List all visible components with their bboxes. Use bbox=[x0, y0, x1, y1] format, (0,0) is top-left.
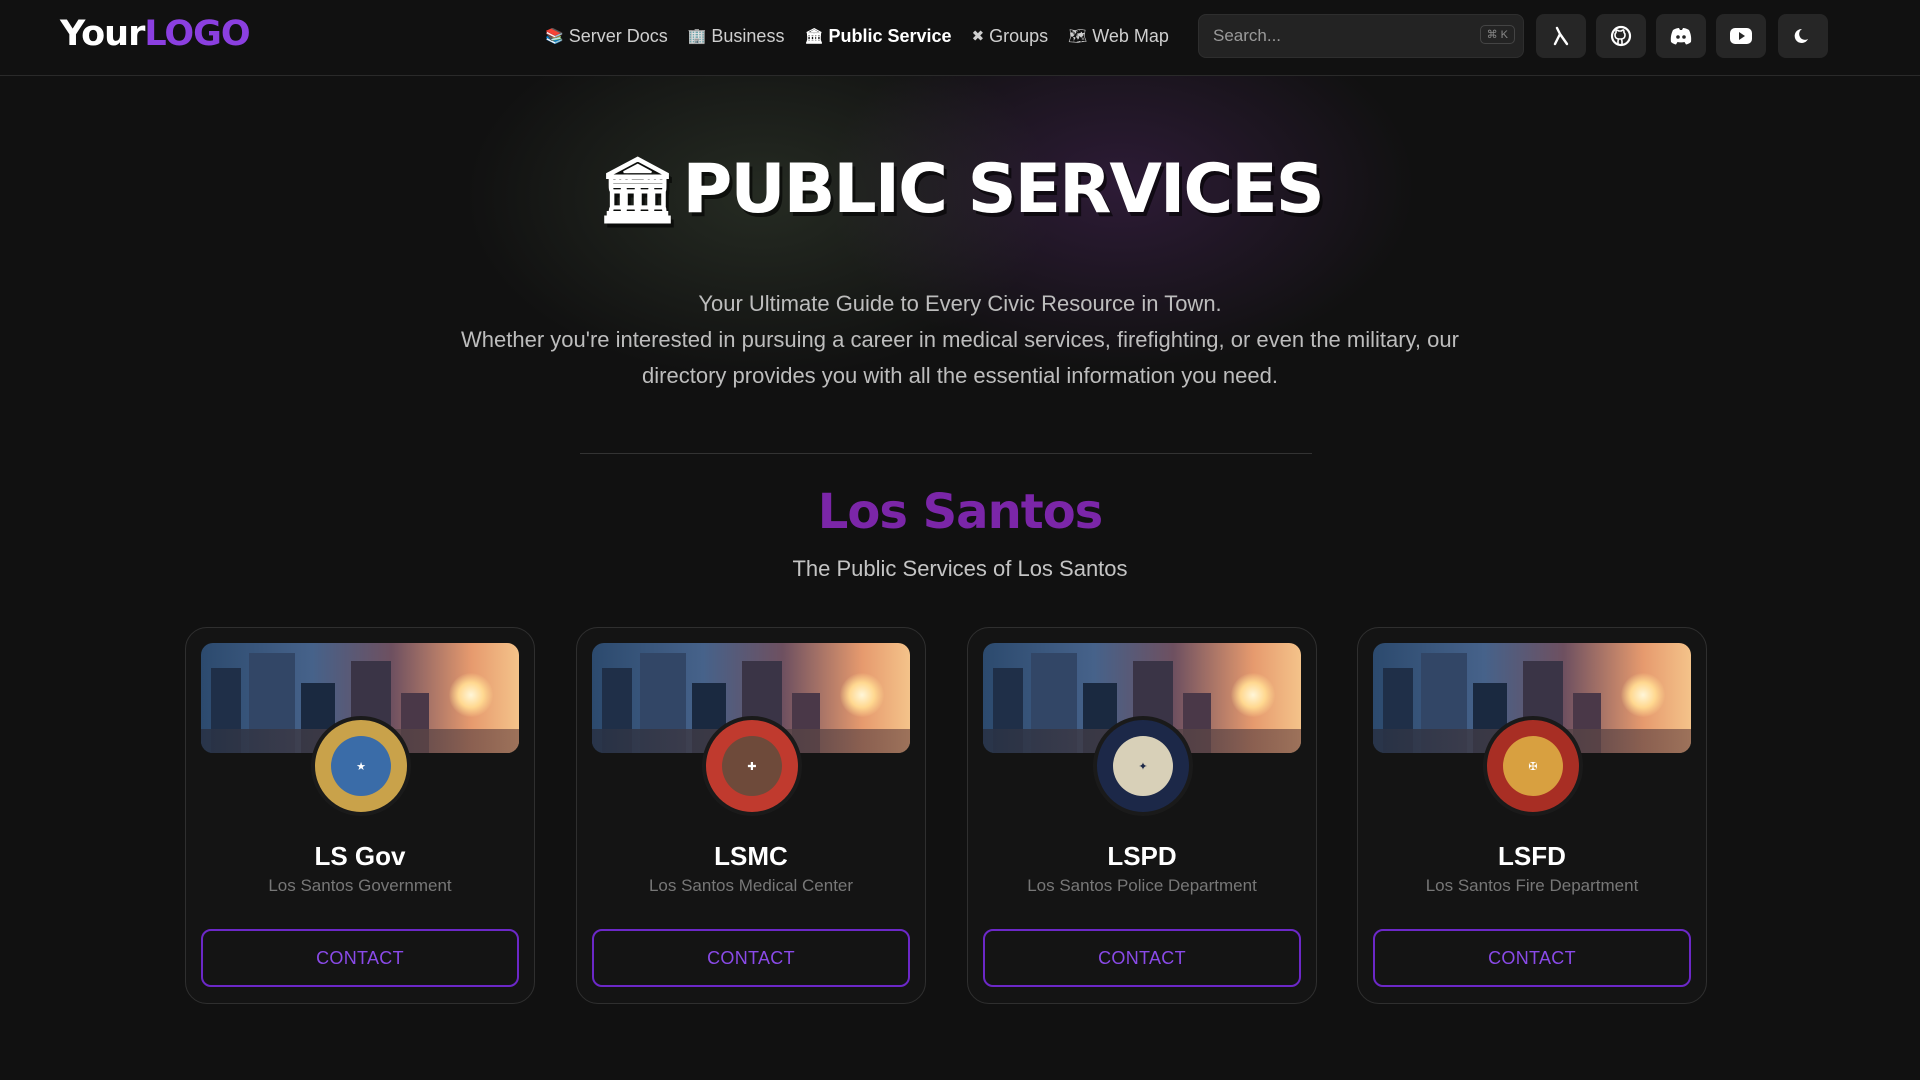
contact-button[interactable]: CONTACT bbox=[201, 929, 519, 987]
search-shortcut-badge: ⌘ K bbox=[1479, 25, 1515, 44]
top-navbar: YourLOGO 📚 Server Docs 🏢 Business 🏛 Publ… bbox=[0, 0, 1920, 76]
service-card-lsfd: ✠ LSFD Los Santos Fire Department CONTAC… bbox=[1357, 627, 1707, 1004]
classical-building-icon: 🏛 bbox=[597, 154, 678, 228]
card-title: LS Gov bbox=[314, 841, 406, 871]
service-card-lspd: ✦ LSPD Los Santos Police Department CONT… bbox=[967, 627, 1317, 1004]
logo-part-2: LOGO bbox=[144, 14, 250, 54]
logo-part-1: Your bbox=[60, 14, 145, 54]
contact-button[interactable]: CONTACT bbox=[592, 929, 910, 987]
service-card-ls-gov: ★ LS Gov Los Santos Government CONTACT bbox=[185, 627, 535, 1004]
discord-icon bbox=[1670, 28, 1692, 45]
office-building-icon: 🏢 bbox=[687, 28, 707, 45]
page-subtitle-line-1: Your Ultimate Guide to Every Civic Resou… bbox=[698, 291, 1222, 316]
page-title: 🏛PUBLIC SERVICES bbox=[0, 150, 1920, 229]
nav-link-server-docs[interactable]: 📚 Server Docs bbox=[545, 26, 668, 47]
nav-link-label: Server Docs bbox=[568, 25, 668, 46]
medical-seal-icon: ✚ bbox=[702, 716, 802, 816]
contact-button[interactable]: CONTACT bbox=[1373, 929, 1691, 987]
lambda-icon bbox=[1553, 26, 1569, 46]
card-subtitle: Los Santos Fire Department bbox=[1425, 876, 1639, 895]
nav-links: 📚 Server Docs 🏢 Business 🏛 Public Servic… bbox=[545, 24, 1169, 48]
card-title: LSPD bbox=[1107, 841, 1177, 871]
contact-button[interactable]: CONTACT bbox=[983, 929, 1301, 987]
card-subtitle: Los Santos Government bbox=[268, 876, 452, 895]
region-subtitle: The Public Services of Los Santos bbox=[792, 556, 1128, 581]
service-card-lsmc: ✚ LSMC Los Santos Medical Center CONTACT bbox=[576, 627, 926, 1004]
city-seal-icon: ★ bbox=[311, 716, 411, 816]
nav-link-label: Public Service bbox=[828, 25, 952, 46]
section-divider bbox=[580, 453, 1312, 454]
region-title: Los Santos bbox=[817, 484, 1103, 540]
books-icon: 📚 bbox=[545, 28, 564, 45]
nav-link-label: Business bbox=[711, 25, 785, 46]
moon-icon bbox=[1794, 28, 1808, 43]
card-subtitle: Los Santos Police Department bbox=[1027, 876, 1257, 895]
theme-toggle-button[interactable] bbox=[1778, 14, 1828, 58]
discord-button[interactable] bbox=[1656, 14, 1706, 58]
card-title: LSFD bbox=[1498, 841, 1566, 871]
search-input[interactable]: Search... ⌘ K bbox=[1198, 14, 1524, 58]
github-icon bbox=[1610, 25, 1632, 47]
nav-link-public-service[interactable]: 🏛 Public Service bbox=[804, 26, 951, 47]
github-button[interactable] bbox=[1596, 14, 1646, 58]
site-logo[interactable]: YourLOGO bbox=[60, 14, 251, 54]
police-seal-icon: ✦ bbox=[1093, 716, 1193, 816]
nav-link-business[interactable]: 🏢 Business bbox=[688, 26, 785, 47]
classical-building-icon: 🏛 bbox=[804, 28, 824, 45]
youtube-button[interactable] bbox=[1716, 14, 1766, 58]
page-title-text: PUBLIC SERVICES bbox=[682, 150, 1325, 229]
nav-link-label: Groups bbox=[989, 25, 1049, 46]
card-subtitle: Los Santos Medical Center bbox=[648, 876, 854, 895]
crossed-swords-icon: ✖ bbox=[971, 28, 985, 45]
nav-link-groups[interactable]: ✖ Groups bbox=[972, 26, 1049, 47]
page-subtitle-line-2: Whether you're interested in pursuing a … bbox=[461, 327, 1459, 388]
map-icon: 🗺 bbox=[1068, 28, 1088, 45]
card-title: LSMC bbox=[714, 841, 788, 871]
search-placeholder: Search... bbox=[1213, 26, 1282, 45]
fire-seal-icon: ✠ bbox=[1483, 716, 1583, 816]
page-subtitle: Your Ultimate Guide to Every Civic Resou… bbox=[460, 286, 1460, 394]
nav-link-label: Web Map bbox=[1092, 25, 1169, 46]
nav-link-web-map[interactable]: 🗺 Web Map bbox=[1068, 26, 1169, 47]
lambda-button[interactable] bbox=[1536, 14, 1586, 58]
youtube-icon bbox=[1730, 28, 1752, 44]
